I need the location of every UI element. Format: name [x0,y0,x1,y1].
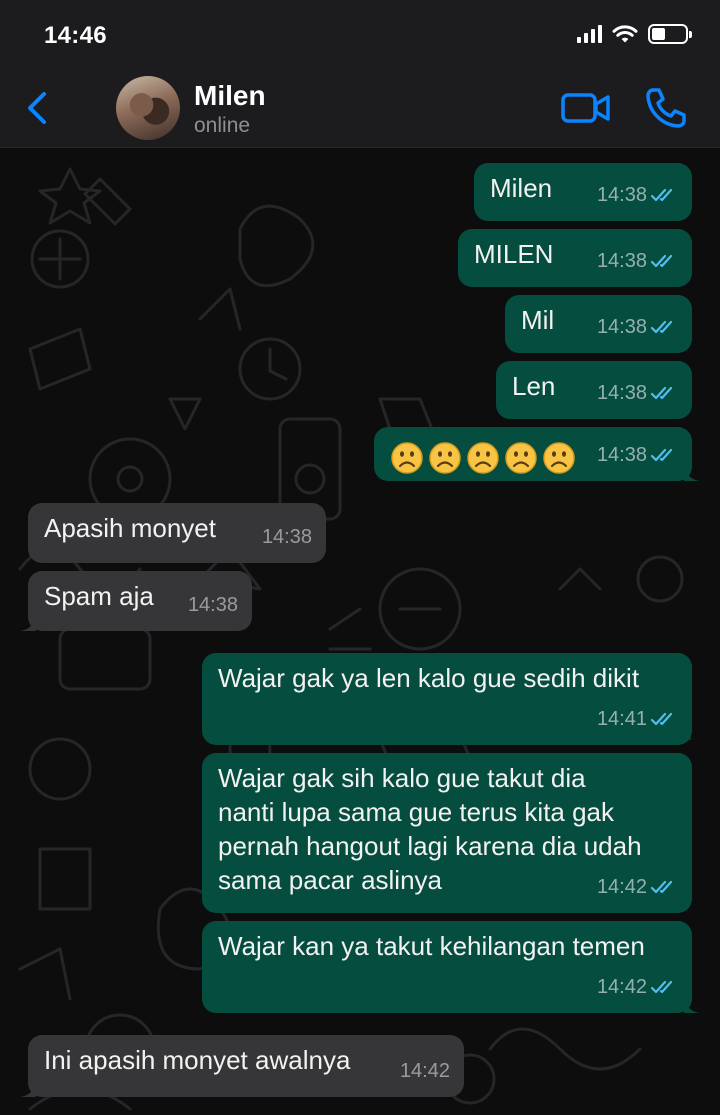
chat-area[interactable]: Milen 14:38 MILEN 14:38 Mil 14:38 Len 14:38 14:3… [0,149,720,1115]
message-meta: 14:38 [597,310,680,344]
message-time: 14:42 [596,876,647,898]
contact-status: online [194,114,251,137]
read-receipt-icon [650,320,673,334]
frowning-face-emoji [543,442,575,474]
message-meta: 14:38 [597,244,680,278]
top-bar: 14:46 Milen online [0,0,720,148]
message-text: Milen [490,173,553,203]
message-time: 14:38 [596,382,647,404]
message-text: Spam aja [44,581,154,611]
wifi-icon [612,25,638,43]
frowning-face-emoji [505,442,537,474]
read-receipt-icon [650,254,673,268]
message-time: 14:41 [596,708,647,730]
message-text: Wajar gak sih kalo gue takut dia nanti l… [218,763,642,895]
message-time: 14:38 [596,444,647,466]
message-meta: 14:42 [597,970,680,1004]
bubble-tail [20,1081,36,1097]
emoji-row [390,441,576,475]
message-time: 14:38 [187,594,238,616]
phone-call-icon[interactable] [644,86,688,130]
outgoing-message-bubble[interactable]: Mil 14:38 [505,295,692,353]
message-time: 14:38 [596,250,647,272]
back-chevron-icon[interactable] [22,88,52,128]
message-text: MILEN [474,239,554,269]
message-text: Apasih monyet [44,513,216,543]
message-time: 14:38 [596,316,647,338]
outgoing-message-bubble[interactable]: Milen 14:38 [474,163,692,221]
message-text: Ini apasih monyet awalnya [44,1045,351,1075]
outgoing-message-bubble[interactable]: Wajar gak ya len kalo gue sedih dikit 14:… [202,653,692,745]
outgoing-message-bubble[interactable]: MILEN 14:38 [458,229,692,287]
message-time: 14:42 [399,1060,450,1082]
bubble-tail [20,615,36,631]
message-text: Mil [521,305,555,335]
read-receipt-icon [650,448,673,462]
read-receipt-icon [650,980,673,994]
outgoing-message-bubble[interactable]: Wajar kan ya takut kehilangan temen 14:42 [202,921,700,1013]
message-meta: 14:41 [597,702,680,736]
incoming-message-bubble[interactable]: Spam aja 14:38 [20,571,252,631]
avatar[interactable] [116,76,180,140]
message-text: Wajar kan ya takut kehilangan temen [218,931,645,961]
message-time: 14:38 [596,184,647,206]
read-receipt-icon [650,188,673,202]
outgoing-message-bubble[interactable]: Len 14:38 [496,361,692,419]
message-text: Wajar gak ya len kalo gue sedih dikit [218,663,640,693]
message-meta: 14:42 [597,870,680,904]
outgoing-message-bubble[interactable]: 14:38 [374,427,700,481]
status-time: 14:46 [44,22,107,49]
video-call-icon[interactable] [560,88,612,128]
incoming-message-bubble[interactable]: Ini apasih monyet awalnya 14:42 [20,1035,464,1097]
frowning-face-emoji [429,442,461,474]
read-receipt-icon [650,386,673,400]
frowning-face-emoji [467,442,499,474]
incoming-message-bubble[interactable]: Apasih monyet 14:38 [28,503,326,563]
message-text: Len [512,371,556,401]
message-meta: 14:38 [597,376,680,410]
message-time: 14:42 [596,976,647,998]
status-icons [577,24,692,44]
message-meta: 14:38 [597,178,680,212]
bubble-tail [684,465,700,481]
message-meta: 14:38 [262,520,312,554]
contact-name[interactable]: Milen [194,80,266,112]
bubble-tail [684,997,700,1013]
signal-icon [577,25,602,43]
message-time: 14:38 [261,526,312,548]
message-meta: 14:38 [597,438,680,472]
outgoing-message-bubble[interactable]: Wajar gak sih kalo gue takut dia nanti l… [202,753,692,913]
frowning-face-emoji [391,442,423,474]
read-receipt-icon [650,712,673,726]
message-meta: 14:42 [400,1054,450,1088]
read-receipt-icon [650,880,673,894]
battery-icon [648,24,692,44]
message-meta: 14:38 [188,588,238,622]
